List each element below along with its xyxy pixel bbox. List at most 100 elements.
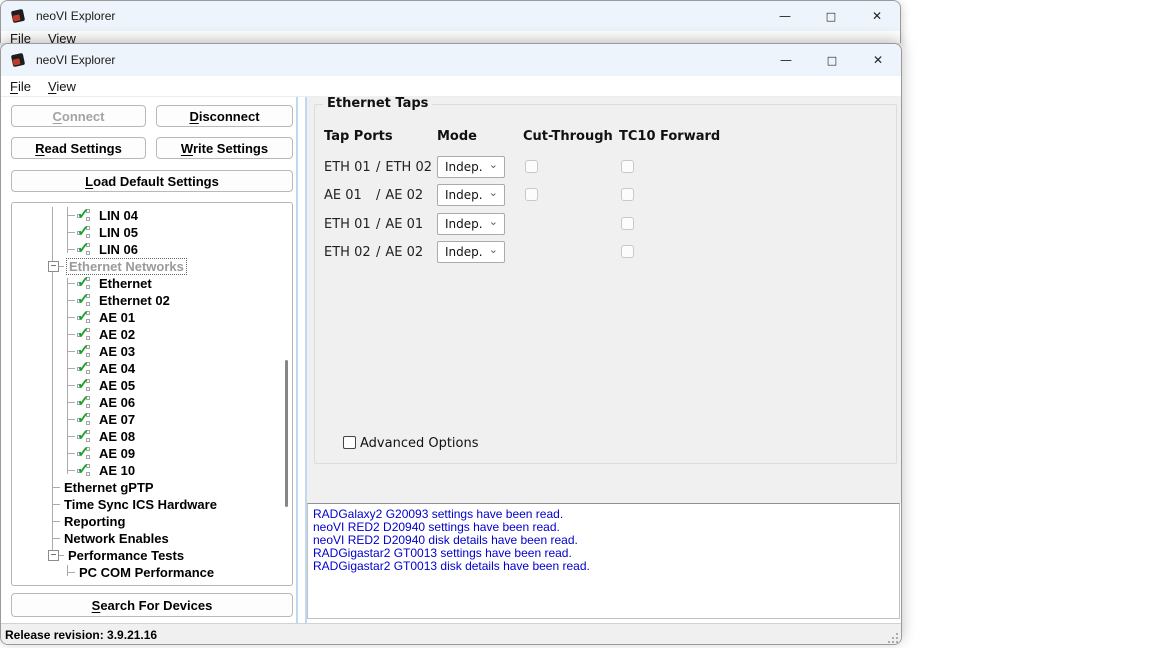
mode-dropdown[interactable]: Indep.⌄ bbox=[437, 156, 505, 178]
back-titlebar[interactable]: neoVI Explorer — □ ✕ bbox=[1, 1, 900, 31]
chevron-down-icon: ⌄ bbox=[489, 215, 498, 228]
titlebar[interactable]: neoVI Explorer — □ ✕ bbox=[1, 44, 901, 76]
tree-item-ae-03[interactable]: ✓AE 03 bbox=[67, 343, 292, 360]
maximize-icon[interactable]: □ bbox=[809, 44, 855, 76]
tc10-forward-checkbox[interactable] bbox=[621, 245, 634, 258]
checked-network-icon: ✓ bbox=[76, 293, 95, 308]
tree-item-ethernet[interactable]: ✓Ethernet bbox=[67, 275, 292, 292]
col-header-mode: Mode bbox=[437, 129, 477, 144]
tree-item-ae-06[interactable]: ✓AE 06 bbox=[67, 394, 292, 411]
tc10-forward-checkbox[interactable] bbox=[621, 160, 634, 173]
collapse-icon[interactable]: − bbox=[48, 261, 59, 272]
menubar: File View bbox=[1, 76, 901, 97]
back-window-title: neoVI Explorer bbox=[36, 9, 115, 23]
collapse-icon[interactable]: − bbox=[48, 550, 59, 561]
tree-item-network-enables[interactable]: Network Enables bbox=[52, 530, 292, 547]
tree-item-ae-07[interactable]: ✓AE 07 bbox=[67, 411, 292, 428]
back-menu-file[interactable]: File bbox=[10, 31, 31, 43]
settings-pane: Ethernet Taps Tap Ports Mode Cut-Through… bbox=[307, 97, 902, 503]
tree-item-lin-06[interactable]: ✓LIN 06 bbox=[67, 241, 292, 258]
background-window: neoVI Explorer — □ ✕ File View bbox=[0, 0, 901, 43]
checked-network-icon: ✓ bbox=[76, 361, 95, 376]
col-header-tc10-forward: TC10 Forward bbox=[619, 129, 720, 144]
cut-through-checkbox[interactable] bbox=[525, 160, 538, 173]
checked-network-icon: ✓ bbox=[76, 276, 95, 291]
tap-ports-label: ETH 01/AE 01 bbox=[324, 217, 423, 232]
write-settings-button[interactable]: Write Settings bbox=[156, 137, 293, 159]
minimize-icon[interactable]: — bbox=[763, 44, 809, 76]
status-bar: Release revision: 3.9.21.16 bbox=[1, 623, 901, 645]
checked-network-icon: ✓ bbox=[76, 225, 95, 240]
chevron-down-icon: ⌄ bbox=[489, 186, 498, 199]
search-for-devices-button[interactable]: Search For Devices bbox=[11, 593, 293, 617]
checked-network-icon: ✓ bbox=[76, 327, 95, 342]
maximize-icon[interactable]: □ bbox=[808, 1, 854, 31]
tree-item-time-sync[interactable]: Time Sync ICS Hardware bbox=[52, 496, 292, 513]
mode-dropdown[interactable]: Indep.⌄ bbox=[437, 184, 505, 206]
mode-dropdown[interactable]: Indep.⌄ bbox=[437, 241, 505, 263]
connect-button[interactable]: Connect bbox=[11, 105, 146, 127]
cut-through-checkbox[interactable] bbox=[525, 188, 538, 201]
checked-network-icon: ✓ bbox=[76, 429, 95, 444]
checked-network-icon: ✓ bbox=[76, 412, 95, 427]
groupbox-legend: Ethernet Taps bbox=[323, 96, 432, 111]
tree-item-reporting[interactable]: Reporting bbox=[52, 513, 292, 530]
tap-ports-label: ETH 01/ETH 02 bbox=[324, 160, 432, 175]
pane-splitter[interactable] bbox=[296, 97, 307, 623]
neovi-explorer-window: neoVI Explorer — □ ✕ File View Connect D… bbox=[0, 43, 902, 645]
tree-item-ae-02[interactable]: ✓AE 02 bbox=[67, 326, 292, 343]
tree-scrollbar[interactable] bbox=[285, 360, 288, 507]
tree-item-performance-tests[interactable]: −Performance Tests bbox=[48, 547, 292, 564]
app-icon bbox=[10, 9, 27, 24]
back-menu-view[interactable]: View bbox=[48, 31, 76, 43]
advanced-options-checkbox[interactable] bbox=[343, 436, 356, 449]
checked-network-icon: ✓ bbox=[76, 463, 95, 478]
checked-network-icon: ✓ bbox=[76, 310, 95, 325]
tree-item-ae-08[interactable]: ✓AE 08 bbox=[67, 428, 292, 445]
tree-item-lin-04[interactable]: ✓LIN 04 bbox=[67, 207, 292, 224]
tree-item-lin-05[interactable]: ✓LIN 05 bbox=[67, 224, 292, 241]
back-menubar: File View bbox=[1, 31, 900, 43]
menu-view[interactable]: View bbox=[48, 79, 76, 94]
close-icon[interactable]: ✕ bbox=[854, 1, 900, 31]
ethernet-taps-groupbox: Ethernet Taps Tap Ports Mode Cut-Through… bbox=[314, 104, 897, 464]
window-title: neoVI Explorer bbox=[36, 53, 115, 67]
tree-item-ae-05[interactable]: ✓AE 05 bbox=[67, 377, 292, 394]
tree-item-ethernet-02[interactable]: ✓Ethernet 02 bbox=[67, 292, 292, 309]
tc10-forward-checkbox[interactable] bbox=[621, 217, 634, 230]
device-pane: Connect Disconnect Read Settings Write S… bbox=[1, 97, 296, 623]
tree-item-ethernet-gptp[interactable]: Ethernet gPTP bbox=[52, 479, 292, 496]
mode-dropdown[interactable]: Indep.⌄ bbox=[437, 213, 505, 235]
client-area: Connect Disconnect Read Settings Write S… bbox=[1, 97, 901, 623]
load-default-settings-button[interactable]: Load Default Settings bbox=[11, 170, 293, 192]
tree-item-ae-01[interactable]: ✓AE 01 bbox=[67, 309, 292, 326]
checked-network-icon: ✓ bbox=[76, 344, 95, 359]
col-header-cut-through: Cut-Through bbox=[523, 129, 613, 144]
checked-network-icon: ✓ bbox=[76, 378, 95, 393]
tap-ports-label: ETH 02/AE 02 bbox=[324, 245, 423, 260]
read-settings-button[interactable]: Read Settings bbox=[11, 137, 146, 159]
settings-tree: ✓LIN 04 ✓LIN 05 ✓LIN 06 −Ethernet Networ… bbox=[11, 202, 293, 586]
app-icon bbox=[10, 53, 27, 68]
log-line: RADGigastar2 GT0013 disk details have be… bbox=[313, 560, 899, 573]
checked-network-icon: ✓ bbox=[76, 208, 95, 223]
tap-ports-label: AE 01/AE 02 bbox=[324, 188, 423, 203]
tree-item-pc-com-performance[interactable]: PC COM Performance bbox=[67, 564, 292, 581]
tc10-forward-checkbox[interactable] bbox=[621, 188, 634, 201]
message-log: RADGalaxy2 G20093 settings have been rea… bbox=[307, 503, 900, 619]
close-icon[interactable]: ✕ bbox=[855, 44, 901, 76]
chevron-down-icon: ⌄ bbox=[489, 158, 498, 171]
tree-item-ae-10[interactable]: ✓AE 10 bbox=[67, 462, 292, 479]
menu-file[interactable]: File bbox=[10, 79, 31, 94]
col-header-tap-ports: Tap Ports bbox=[324, 129, 393, 144]
tree-item-ae-04[interactable]: ✓AE 04 bbox=[67, 360, 292, 377]
chevron-down-icon: ⌄ bbox=[489, 243, 498, 256]
resize-grip-icon[interactable] bbox=[888, 633, 898, 643]
tree-item-ae-09[interactable]: ✓AE 09 bbox=[67, 445, 292, 462]
checked-network-icon: ✓ bbox=[76, 395, 95, 410]
checked-network-icon: ✓ bbox=[76, 446, 95, 461]
minimize-icon[interactable]: — bbox=[762, 1, 808, 31]
checked-network-icon: ✓ bbox=[76, 242, 95, 257]
release-revision-text: Release revision: 3.9.21.16 bbox=[1, 628, 157, 642]
disconnect-button[interactable]: Disconnect bbox=[156, 105, 293, 127]
